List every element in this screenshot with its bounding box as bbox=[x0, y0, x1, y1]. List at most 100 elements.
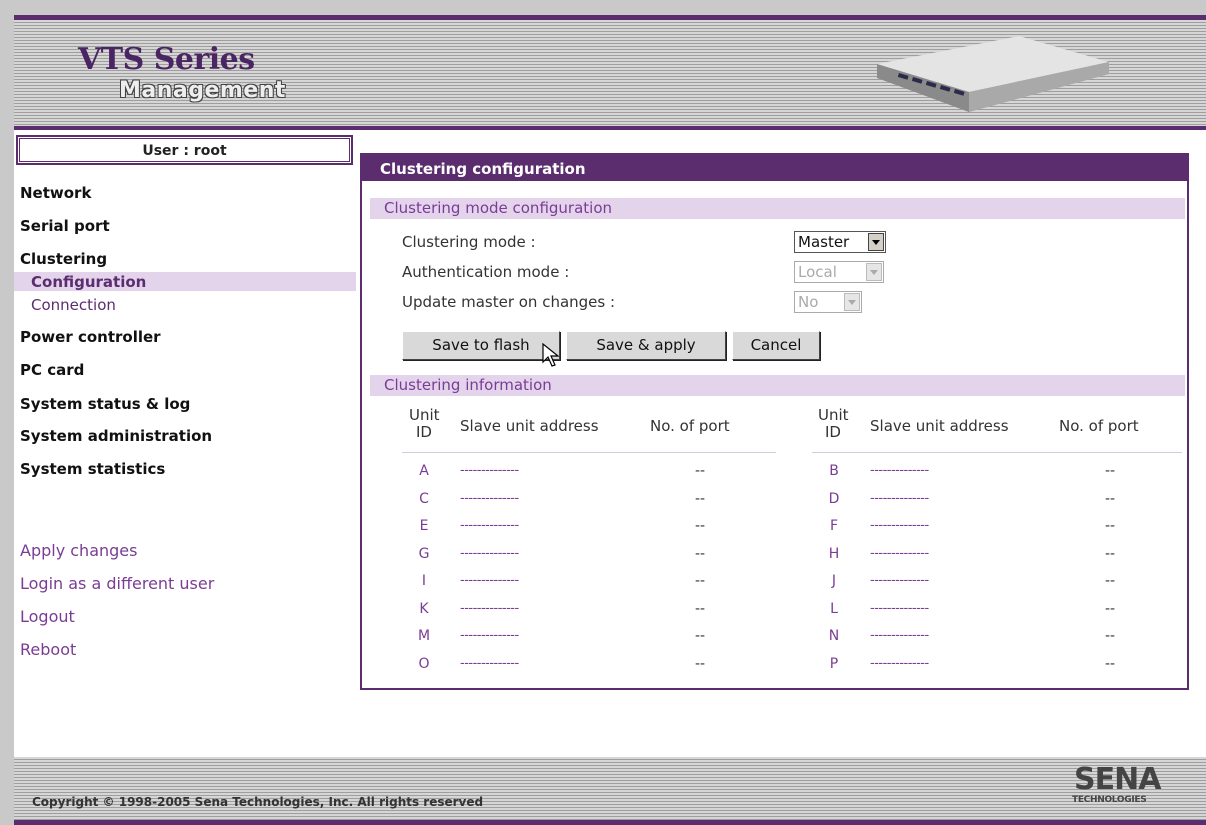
link-logout[interactable]: Logout bbox=[20, 607, 75, 626]
port-count-cell: -- bbox=[694, 546, 706, 562]
header-ports-right: No. of port bbox=[1059, 417, 1139, 435]
nav-network[interactable]: Network bbox=[20, 184, 91, 202]
nav-clustering[interactable]: Clustering bbox=[20, 250, 107, 268]
nav-power-controller[interactable]: Power controller bbox=[20, 328, 161, 346]
header-divider-left bbox=[402, 452, 776, 453]
header-divider-right bbox=[812, 452, 1182, 453]
slave-address-cell: -------------- bbox=[460, 518, 519, 533]
slave-address-cell: -------------- bbox=[460, 656, 519, 671]
update-master-label: Update master on changes : bbox=[402, 293, 616, 311]
panel-title: Clustering configuration bbox=[362, 155, 1187, 181]
unit-id-cell: F bbox=[829, 518, 839, 534]
dropdown-arrow-icon bbox=[866, 263, 882, 281]
page: VTS Series Management User : root Networ… bbox=[14, 15, 1206, 825]
slave-address-cell: -------------- bbox=[870, 601, 929, 616]
device-image bbox=[877, 36, 1109, 112]
subnav-connection[interactable]: Connection bbox=[31, 296, 116, 314]
port-count-cell: -- bbox=[694, 628, 706, 644]
unit-id-cell: E bbox=[419, 518, 429, 534]
clustering-mode-select[interactable]: Master bbox=[794, 231, 886, 253]
port-count-cell: -- bbox=[1104, 463, 1116, 479]
header-unit-line2: ID bbox=[416, 423, 432, 441]
header-unit-line1: Unit bbox=[818, 406, 849, 424]
nav-serial-port[interactable]: Serial port bbox=[20, 217, 110, 235]
port-count-cell: -- bbox=[1104, 601, 1116, 617]
update-master-value: No bbox=[798, 293, 819, 311]
port-count-cell: -- bbox=[1104, 573, 1116, 589]
unit-id-cell: B bbox=[829, 463, 839, 479]
slave-address-cell: -------------- bbox=[870, 573, 929, 588]
slave-address-cell: -------------- bbox=[460, 628, 519, 643]
header-address-right: Slave unit address bbox=[870, 417, 1009, 435]
auth-mode-label: Authentication mode : bbox=[402, 263, 570, 281]
sena-logo: SENA bbox=[1074, 762, 1161, 797]
mouse-cursor-icon bbox=[542, 343, 560, 367]
copyright-text: Copyright © 1998-2005 Sena Technologies,… bbox=[32, 795, 484, 809]
unit-id-cell: G bbox=[418, 546, 430, 562]
nav-system-status-log[interactable]: System status & log bbox=[20, 395, 190, 413]
port-count-cell: -- bbox=[694, 573, 706, 589]
unit-id-cell: P bbox=[829, 656, 839, 672]
header-ports-left: No. of port bbox=[650, 417, 730, 435]
section-mode-config: Clustering mode configuration bbox=[370, 198, 1185, 219]
unit-id-cell: C bbox=[419, 491, 429, 507]
header-unit-line2: ID bbox=[825, 423, 841, 441]
nav-system-statistics[interactable]: System statistics bbox=[20, 460, 165, 478]
cancel-button[interactable]: Cancel bbox=[732, 331, 820, 360]
clustering-mode-label: Clustering mode : bbox=[402, 233, 536, 251]
auth-mode-value: Local bbox=[798, 263, 837, 281]
unit-id-cell: K bbox=[419, 601, 429, 617]
unit-id-cell: J bbox=[831, 573, 837, 589]
footer-banner: Copyright © 1998-2005 Sena Technologies,… bbox=[14, 757, 1206, 825]
dropdown-arrow-icon bbox=[868, 233, 884, 251]
unit-id-cell: M bbox=[417, 628, 431, 644]
port-count-cell: -- bbox=[694, 463, 706, 479]
unit-id-cell: I bbox=[421, 573, 427, 589]
port-count-cell: -- bbox=[694, 518, 706, 534]
brand-title: VTS Series bbox=[78, 42, 255, 77]
port-count-cell: -- bbox=[694, 601, 706, 617]
sena-logo-sub: TECHNOLOGIES bbox=[1072, 795, 1147, 805]
unit-id-cell: N bbox=[828, 628, 840, 644]
slave-address-cell: -------------- bbox=[870, 463, 929, 478]
unit-id-cell: O bbox=[418, 656, 430, 672]
header-banner: VTS Series Management bbox=[14, 15, 1206, 130]
header-unit-id-right: Unit ID bbox=[818, 406, 849, 441]
nav-system-administration[interactable]: System administration bbox=[20, 427, 212, 445]
port-count-cell: -- bbox=[1104, 518, 1116, 534]
slave-address-cell: -------------- bbox=[870, 491, 929, 506]
port-count-cell: -- bbox=[1104, 628, 1116, 644]
slave-address-cell: -------------- bbox=[460, 546, 519, 561]
unit-id-cell: D bbox=[828, 491, 840, 507]
link-login-different-user[interactable]: Login as a different user bbox=[20, 574, 214, 593]
unit-id-cell: L bbox=[830, 601, 838, 617]
save-apply-button[interactable]: Save & apply bbox=[566, 331, 726, 360]
slave-address-cell: -------------- bbox=[870, 546, 929, 561]
nav-pc-card[interactable]: PC card bbox=[20, 361, 84, 379]
subnav-configuration[interactable]: Configuration bbox=[31, 273, 146, 291]
port-count-cell: -- bbox=[694, 491, 706, 507]
brand-subtitle: Management bbox=[119, 78, 286, 103]
slave-address-cell: -------------- bbox=[460, 463, 519, 478]
save-to-flash-button[interactable]: Save to flash bbox=[402, 331, 560, 360]
port-count-cell: -- bbox=[694, 656, 706, 672]
header-unit-id-left: Unit ID bbox=[409, 406, 440, 441]
port-count-cell: -- bbox=[1104, 546, 1116, 562]
unit-id-cell: A bbox=[419, 463, 429, 479]
slave-address-cell: -------------- bbox=[460, 573, 519, 588]
slave-address-cell: -------------- bbox=[870, 656, 929, 671]
update-master-select[interactable]: No bbox=[794, 291, 862, 313]
slave-address-cell: -------------- bbox=[870, 628, 929, 643]
user-box: User : root bbox=[16, 135, 353, 165]
user-label: User : root bbox=[19, 138, 350, 162]
link-reboot[interactable]: Reboot bbox=[20, 640, 76, 659]
slave-address-cell: -------------- bbox=[460, 601, 519, 616]
link-apply-changes[interactable]: Apply changes bbox=[20, 541, 137, 560]
slave-address-cell: -------------- bbox=[870, 518, 929, 533]
port-count-cell: -- bbox=[1104, 491, 1116, 507]
auth-mode-select[interactable]: Local bbox=[794, 261, 884, 283]
header-unit-line1: Unit bbox=[409, 406, 440, 424]
unit-id-cell: H bbox=[828, 546, 840, 562]
clustering-config-panel: Clustering configuration Clustering mode… bbox=[360, 153, 1189, 690]
clustering-mode-value: Master bbox=[798, 233, 850, 251]
